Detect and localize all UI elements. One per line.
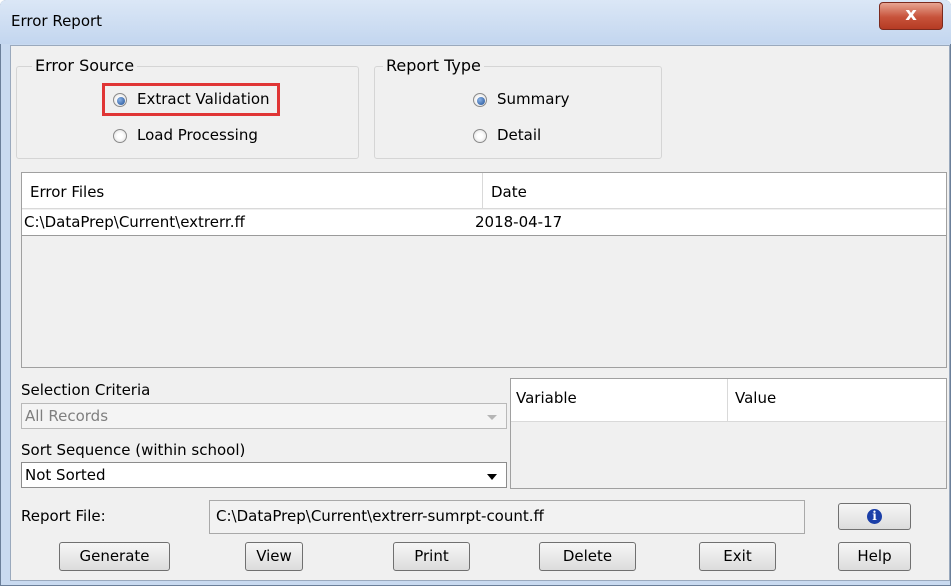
column-divider[interactable] <box>482 173 483 209</box>
selection-criteria-label: Selection Criteria <box>21 381 151 399</box>
error-source-legend: Error Source <box>32 56 138 75</box>
table-row[interactable]: C:\DataPrep\Current\extrerr.ff 2018-04-1… <box>22 210 946 236</box>
sort-sequence-dropdown[interactable]: Not Sorted <box>21 462 507 488</box>
radio-unselected-icon <box>113 129 127 143</box>
radio-detail-label: Detail <box>497 126 542 144</box>
info-icon: i <box>867 509 882 524</box>
radio-summary[interactable]: Summary <box>473 89 583 111</box>
error-files-header <box>22 173 946 209</box>
report-file-value: C:\DataPrep\Current\extrerr-sumrpt-count… <box>216 507 544 525</box>
sort-sequence-value: Not Sorted <box>25 466 106 484</box>
radio-load-processing[interactable]: Load Processing <box>113 125 273 147</box>
column-header-value[interactable]: Value <box>735 389 776 407</box>
delete-button[interactable]: Delete <box>539 542 636 571</box>
selection-criteria-value: All Records <box>25 407 109 425</box>
error-file-date: 2018-04-17 <box>475 213 563 231</box>
help-button[interactable]: Help <box>838 542 911 571</box>
error-file-path: C:\DataPrep\Current\extrerr.ff <box>24 213 245 231</box>
radio-summary-label: Summary <box>497 90 570 108</box>
close-button[interactable]: x <box>879 2 943 30</box>
chevron-down-icon <box>487 474 497 480</box>
highlight-box <box>102 83 280 116</box>
report-type-legend: Report Type <box>383 56 484 75</box>
column-header-variable[interactable]: Variable <box>516 389 577 407</box>
radio-detail[interactable]: Detail <box>473 125 583 147</box>
window-title: Error Report <box>11 12 103 30</box>
selection-criteria-dropdown[interactable]: All Records <box>21 403 507 429</box>
report-file-label: Report File: <box>21 507 106 525</box>
sort-sequence-label: Sort Sequence (within school) <box>21 441 246 459</box>
radio-selected-icon <box>473 93 487 107</box>
radio-load-processing-label: Load Processing <box>137 126 258 144</box>
close-icon: x <box>905 4 917 25</box>
report-file-field[interactable]: C:\DataPrep\Current\extrerr-sumrpt-count… <box>209 500 805 534</box>
chevron-down-icon <box>487 415 497 420</box>
view-button[interactable]: View <box>245 542 303 571</box>
column-header-error-files[interactable]: Error Files <box>30 183 104 201</box>
generate-button[interactable]: Generate <box>59 542 170 571</box>
column-header-date[interactable]: Date <box>491 183 527 201</box>
print-button[interactable]: Print <box>393 542 470 571</box>
exit-button[interactable]: Exit <box>699 542 776 571</box>
column-divider[interactable] <box>727 379 728 422</box>
title-bar[interactable] <box>0 0 951 44</box>
radio-unselected-icon <box>473 129 487 143</box>
info-button[interactable]: i <box>838 503 911 530</box>
